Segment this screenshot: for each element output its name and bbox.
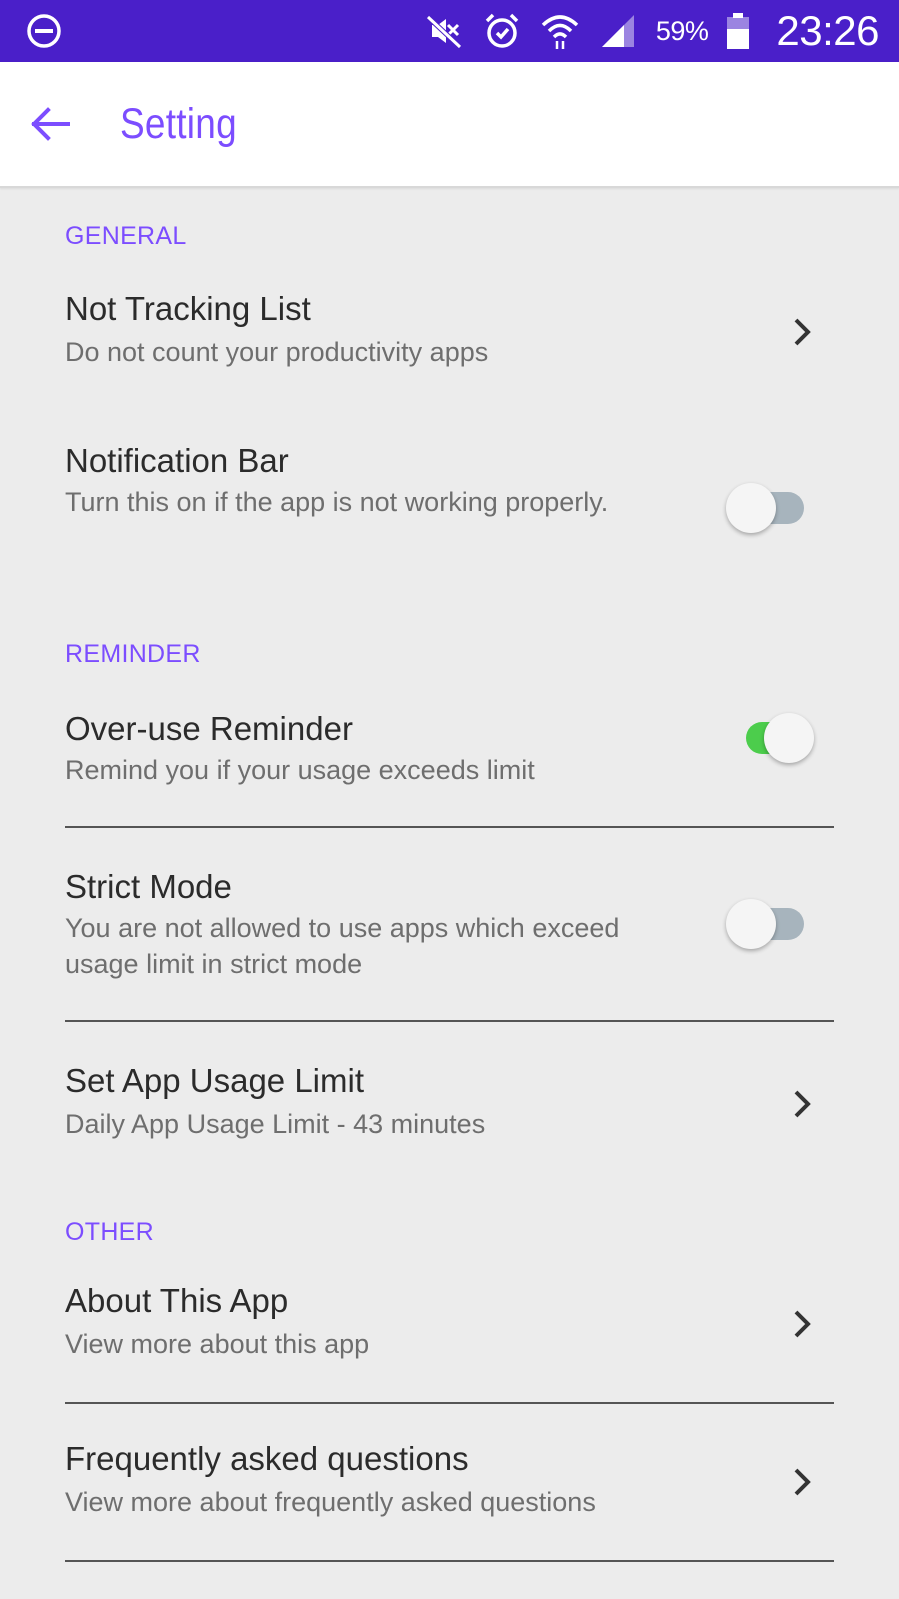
mute-icon: [426, 15, 462, 49]
faq-subtitle: View more about frequently asked questio…: [65, 1487, 596, 1517]
about-app-item[interactable]: About This App View more about this app: [0, 1262, 899, 1402]
app-bar: Setting: [0, 62, 899, 188]
chevron-right-icon: [794, 1468, 811, 1496]
chevron-right-icon: [794, 1310, 811, 1338]
notification-bar-item[interactable]: Notification Bar Turn this on if the app…: [0, 422, 899, 582]
about-app-subtitle: View more about this app: [65, 1329, 370, 1359]
usage-limit-subtitle: Daily App Usage Limit - 43 minutes: [65, 1109, 486, 1139]
wifi-icon: [541, 15, 579, 49]
strict-mode-toggle[interactable]: [726, 896, 806, 952]
faq-item[interactable]: Frequently asked questions View more abo…: [0, 1420, 899, 1560]
strict-mode-item[interactable]: Strict Mode You are not allowed to use a…: [0, 848, 899, 1018]
page-title: Setting: [120, 100, 237, 148]
overuse-reminder-subtitle: Remind you if your usage exceeds limit: [65, 755, 535, 785]
divider: [65, 826, 834, 828]
usage-limit-title: Set App Usage Limit: [65, 1062, 364, 1099]
status-bar: 59% 23:26: [0, 0, 899, 62]
strict-mode-title: Strict Mode: [65, 868, 232, 905]
overuse-reminder-toggle[interactable]: [734, 710, 814, 766]
overuse-reminder-title: Over-use Reminder: [65, 710, 353, 747]
chevron-right-icon: [794, 1090, 811, 1118]
strict-mode-subtitle: You are not allowed to use apps which ex…: [65, 913, 620, 979]
signal-icon: [601, 15, 634, 47]
overuse-reminder-item[interactable]: Over-use Reminder Remind you if your usa…: [0, 690, 899, 825]
toggle-thumb: [764, 713, 814, 763]
divider: [65, 1020, 834, 1022]
battery-icon: [727, 13, 750, 49]
not-tracking-subtitle: Do not count your productivity apps: [65, 337, 489, 367]
usage-limit-item[interactable]: Set App Usage Limit Daily App Usage Limi…: [0, 1042, 899, 1182]
dnd-icon: [27, 14, 61, 48]
divider: [65, 1560, 834, 1562]
divider: [65, 1402, 834, 1404]
notification-bar-title: Notification Bar: [65, 442, 289, 479]
section-header-reminder: REMINDER: [65, 640, 201, 668]
toggle-thumb: [726, 899, 776, 949]
not-tracking-title: Not Tracking List: [65, 290, 311, 327]
battery-percent: 59%: [655, 15, 709, 46]
notification-bar-subtitle: Turn this on if the app is not working p…: [65, 487, 609, 517]
toggle-thumb: [726, 483, 776, 533]
section-header-other: OTHER: [65, 1218, 154, 1246]
notification-bar-toggle[interactable]: [726, 480, 806, 536]
alarm-icon: [485, 13, 519, 48]
clock: 23:26: [776, 7, 879, 54]
chevron-right-icon: [794, 318, 811, 346]
faq-title: Frequently asked questions: [65, 1440, 469, 1477]
about-app-title: About This App: [65, 1282, 289, 1319]
not-tracking-list-item[interactable]: Not Tracking List Do not count your prod…: [0, 270, 899, 400]
section-header-general: GENERAL: [65, 222, 187, 250]
back-arrow-icon[interactable]: [28, 102, 72, 146]
